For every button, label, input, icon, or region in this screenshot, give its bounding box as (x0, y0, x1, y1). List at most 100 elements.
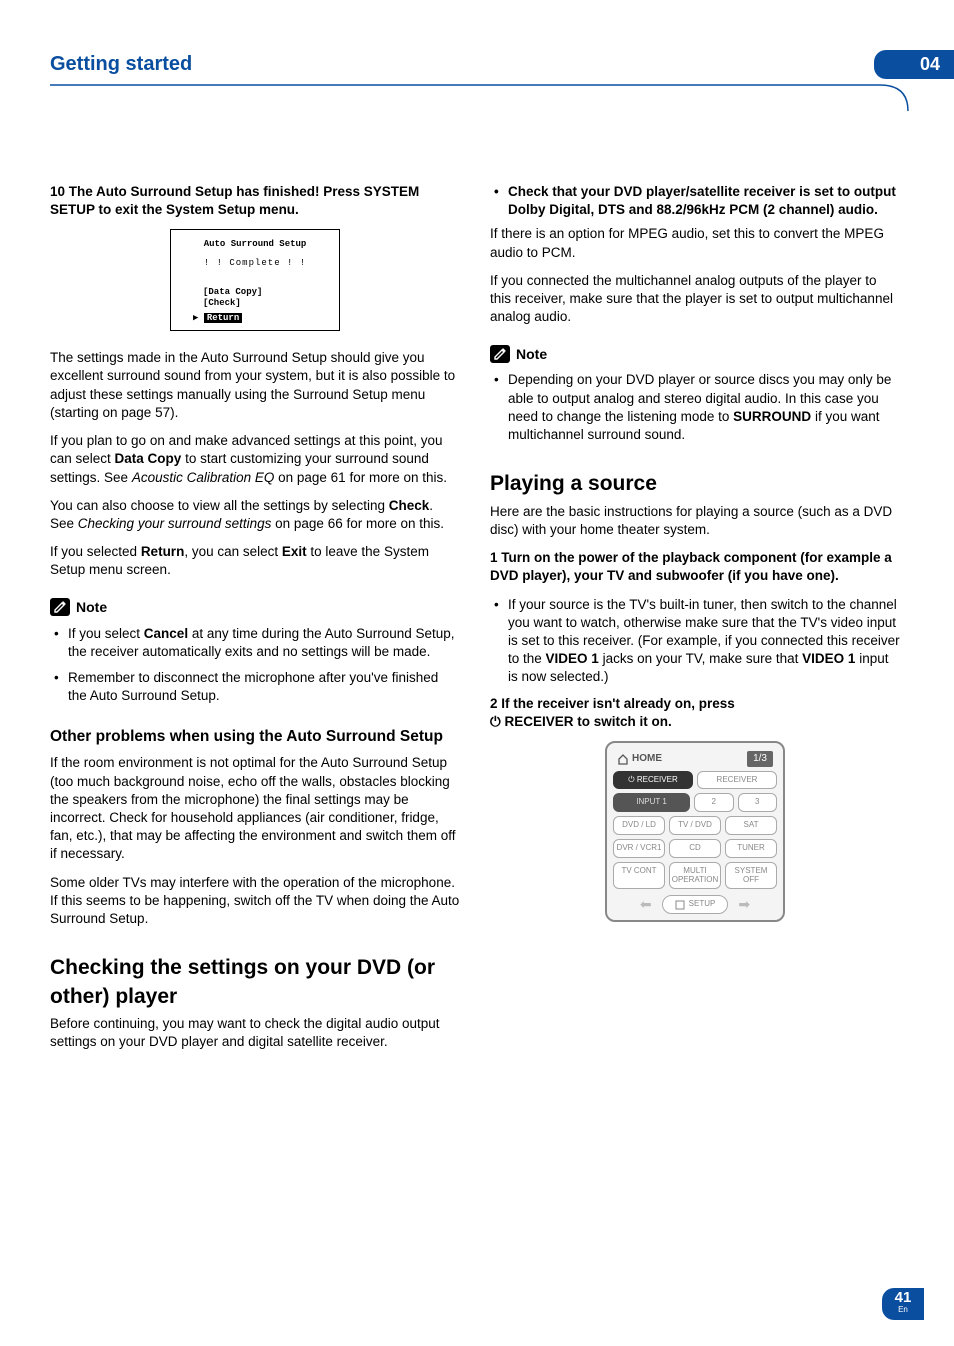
remote-row: INPUT 1 2 3 (613, 793, 777, 812)
left-h2: Checking the settings on your DVD (or ot… (50, 954, 460, 1011)
left-notes: If you select Cancel at any time during … (50, 625, 460, 706)
left-p4: If you selected Return, you can select E… (50, 543, 460, 579)
right-notes: Depending on your DVD player or source d… (490, 371, 900, 444)
left-p2: If you plan to go on and make advanced s… (50, 432, 460, 487)
txt: RECEIVER to switch it on. (501, 714, 672, 729)
section-title: Getting started (50, 53, 192, 76)
page-number: 41 (882, 1290, 924, 1305)
right-h2: Playing a source (490, 470, 900, 498)
left-p1: The settings made in the Auto Surround S… (50, 349, 460, 422)
remote-receiver-on: ⏻ RECEIVER (613, 771, 693, 790)
page-badge: 41 En (882, 1288, 924, 1320)
right-p2: If you connected the multichannel analog… (490, 272, 900, 327)
rule-curve-icon (40, 83, 920, 113)
step1-sub: If your source is the TV's built-in tune… (490, 596, 900, 687)
right-b1: Check that your DVD player/satellite rec… (490, 183, 900, 219)
txt: on page 61 for more on this. (274, 470, 447, 485)
remote-row: DVR / VCR1 CD TUNER (613, 839, 777, 858)
txt-bold: SURROUND (733, 409, 811, 424)
arrow-left-icon: ⬅ (640, 895, 652, 914)
header-rule (50, 83, 904, 113)
note-item: If you select Cancel at any time during … (68, 625, 460, 661)
left-p5: If the room environment is not optimal f… (50, 754, 460, 863)
note-label: Note (516, 345, 547, 364)
remote-dvd: DVD / LD (613, 816, 665, 835)
txt: SETUP (689, 899, 716, 910)
step-1: 1 Turn on the power of the playback comp… (490, 549, 900, 585)
step-10: 10 The Auto Surround Setup has finished!… (50, 183, 460, 219)
note-label: Note (76, 598, 107, 617)
remote-receiver-off: RECEIVER (697, 771, 777, 790)
osd-opt1: [Data Copy] (171, 287, 339, 299)
pencil-icon (50, 598, 70, 616)
remote-input-label: INPUT 1 (613, 793, 690, 812)
power-icon: ⏻ (490, 714, 501, 729)
osd-return-row: ▶ Return (171, 312, 339, 324)
remote-dvr: DVR / VCR1 (613, 839, 665, 858)
txt: If you select (68, 626, 144, 641)
txt: RECEIVER (717, 775, 758, 784)
osd-opt2: [Check] (171, 298, 339, 310)
txt: RECEIVER (637, 775, 678, 784)
left-p7: Before continuing, you may want to check… (50, 1015, 460, 1051)
osd-panel: Auto Surround Setup ! ! Complete ! ! [Da… (170, 229, 340, 331)
arrow-right-icon: ➡ (738, 895, 750, 914)
note-header-right: Note (490, 345, 900, 364)
remote-tvcont: TV CONT (613, 862, 665, 890)
note-item: Depending on your DVD player or source d… (508, 371, 900, 444)
txt-ital: Checking your surround settings (78, 516, 272, 531)
home-icon: HOME (617, 752, 662, 766)
txt-bold: Data Copy (115, 451, 182, 466)
osd-return: Return (204, 313, 242, 323)
page-lang: En (882, 1305, 924, 1314)
power-icon: ⏻ (628, 775, 637, 784)
right-p1: If there is an option for MPEG audio, se… (490, 225, 900, 261)
remote-tuner: TUNER (725, 839, 777, 858)
left-p3: You can also choose to view all the sett… (50, 497, 460, 533)
txt-bold: VIDEO 1 (546, 651, 599, 666)
note-header-left: Note (50, 598, 460, 617)
txt-bold: Exit (282, 544, 307, 559)
remote-cd: CD (669, 839, 721, 858)
left-p6: Some older TVs may interfere with the op… (50, 874, 460, 929)
remote-n2: 2 (694, 793, 734, 812)
remote-graphic: HOME 1/3 ⏻ RECEIVER RECEIVER INPUT 1 2 3 (605, 741, 785, 922)
txt: If you selected (50, 544, 141, 559)
remote-frame: HOME 1/3 ⏻ RECEIVER RECEIVER INPUT 1 2 3 (605, 741, 785, 922)
page: Getting started 04 10 The Auto Surround … (0, 0, 954, 1346)
remote-sat: SAT (725, 816, 777, 835)
right-p3: Here are the basic instructions for play… (490, 503, 900, 539)
remote-row: ⏻ RECEIVER RECEIVER (613, 771, 777, 790)
txt: jacks on your TV, make sure that (599, 651, 802, 666)
remote-bottom: ⬅ SETUP ➡ (613, 893, 777, 914)
remote-top-row: HOME 1/3 (613, 749, 777, 771)
chapter-badge: 04 (874, 50, 954, 79)
txt-bold: VIDEO 1 (802, 651, 855, 666)
remote-row: DVD / LD TV / DVD SAT (613, 816, 777, 835)
osd-title: Auto Surround Setup (171, 238, 339, 250)
txt: 2 If the receiver isn't already on, pres… (490, 696, 735, 711)
remote-row: TV CONT MULTI OPERATION SYSTEM OFF (613, 862, 777, 890)
txt-bold: Check (389, 498, 430, 513)
remote-multi: MULTI OPERATION (669, 862, 721, 890)
remote-sysoff: SYSTEM OFF (725, 862, 777, 890)
note-item: Remember to disconnect the microphone af… (68, 669, 460, 705)
left-h3: Other problems when using the Auto Surro… (50, 727, 460, 748)
columns: 10 The Auto Surround Setup has finished!… (50, 183, 904, 1061)
pencil-icon (490, 345, 510, 363)
osd-return-arrow: ▶ (193, 313, 198, 323)
setup-icon (675, 900, 685, 910)
txt: on page 66 for more on this. (271, 516, 444, 531)
txt-bold: Cancel (144, 626, 188, 641)
osd-complete: ! ! Complete ! ! (171, 257, 339, 269)
step-2: 2 If the receiver isn't already on, pres… (490, 695, 900, 731)
remote-setup: SETUP (662, 895, 729, 914)
header-row: Getting started 04 (50, 50, 904, 79)
remote-tv: TV / DVD (669, 816, 721, 835)
txt-bold: Return (141, 544, 185, 559)
remote-page: 1/3 (747, 751, 773, 767)
txt: , you can select (184, 544, 282, 559)
txt-ital: Acoustic Calibration EQ (132, 470, 275, 485)
txt: You can also choose to view all the sett… (50, 498, 389, 513)
remote-n3: 3 (738, 793, 778, 812)
